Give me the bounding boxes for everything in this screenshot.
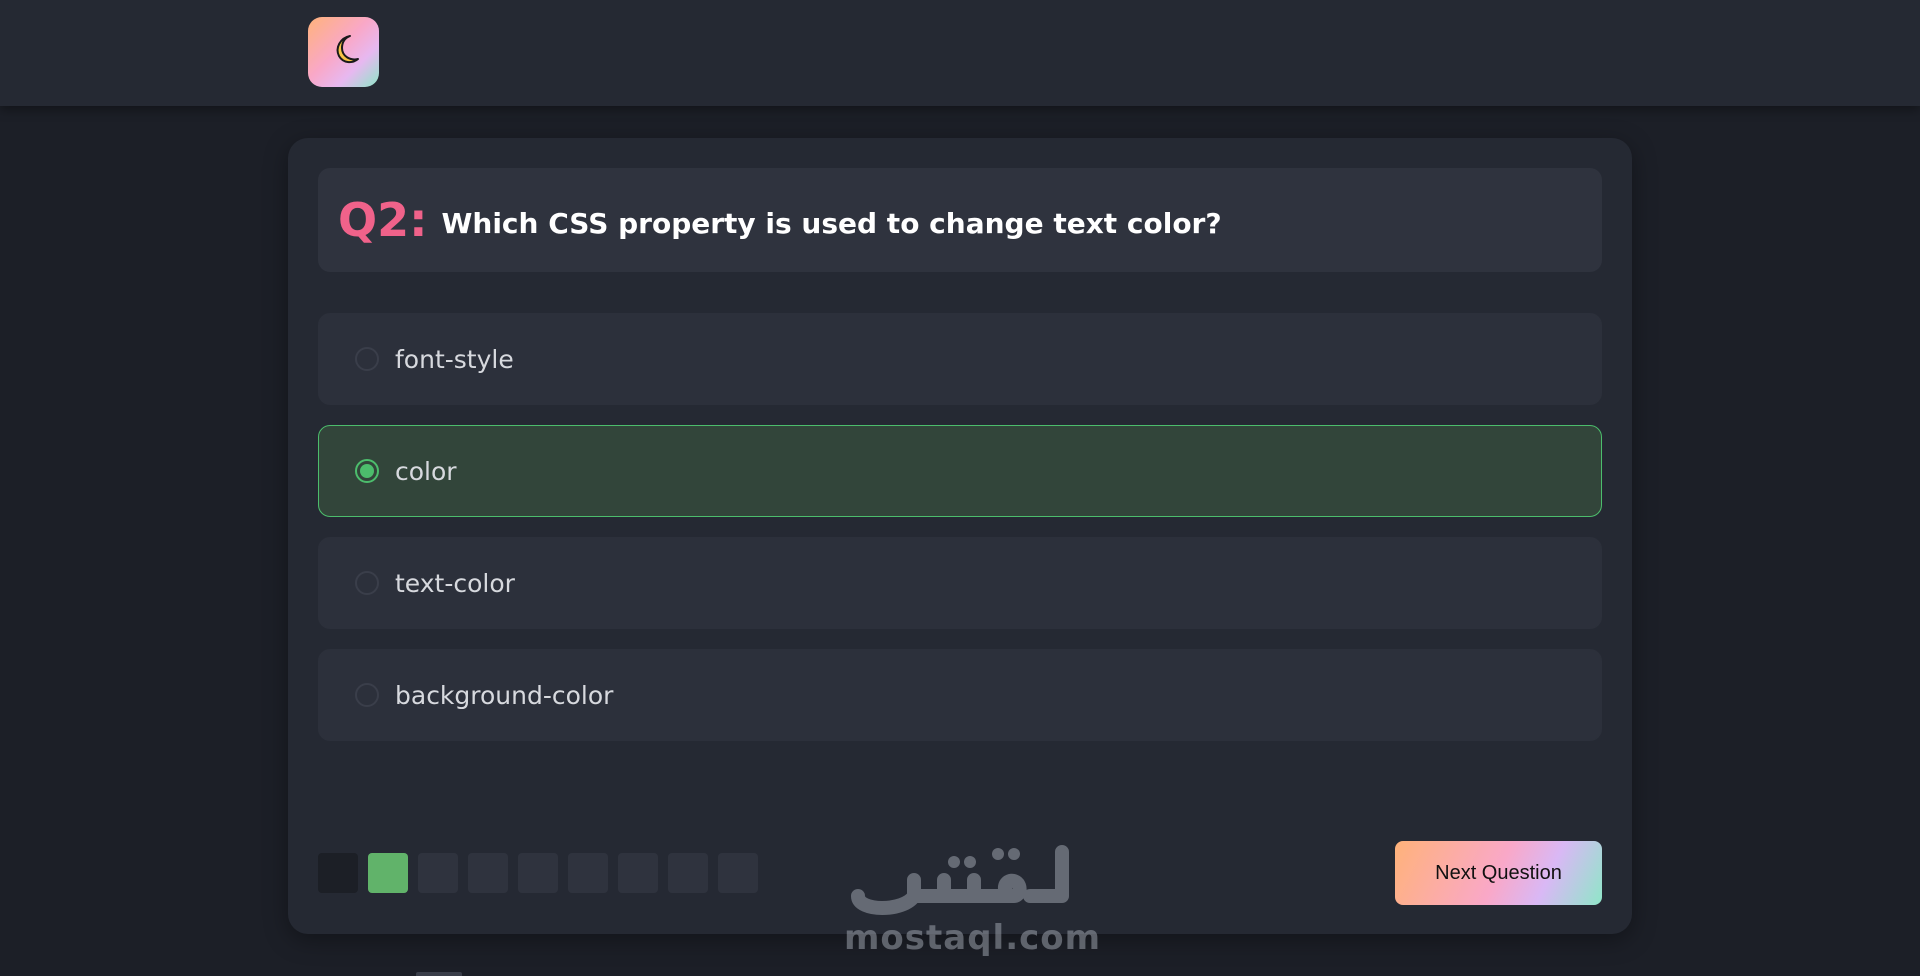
radio-dot	[360, 464, 374, 478]
answer-option-color[interactable]: color	[318, 425, 1602, 517]
option-label: background-color	[395, 680, 614, 710]
progress-box-7[interactable]	[618, 853, 658, 893]
question-number: Q2:	[338, 193, 428, 247]
option-label: text-color	[395, 568, 515, 598]
radio-button[interactable]	[355, 571, 379, 595]
app-logo[interactable]	[308, 17, 379, 87]
answer-option-font-style[interactable]: font-style	[318, 313, 1602, 405]
question-progress	[318, 853, 758, 893]
quiz-card: Q2: Which CSS property is used to change…	[288, 138, 1632, 934]
progress-box-1[interactable]	[318, 853, 358, 893]
progress-box-6[interactable]	[568, 853, 608, 893]
radio-button-checked[interactable]	[355, 459, 379, 483]
progress-box-4[interactable]	[468, 853, 508, 893]
radio-button[interactable]	[355, 347, 379, 371]
option-label: font-style	[395, 344, 514, 374]
radio-button[interactable]	[355, 683, 379, 707]
crescent-moon-icon	[324, 30, 364, 74]
progress-box-5[interactable]	[518, 853, 558, 893]
progress-box-8[interactable]	[668, 853, 708, 893]
option-label: color	[395, 456, 457, 486]
question-header: Q2: Which CSS property is used to change…	[318, 168, 1602, 272]
page-edge-indicator	[416, 972, 462, 976]
answer-option-background-color[interactable]: background-color	[318, 649, 1602, 741]
top-bar	[0, 0, 1920, 106]
progress-box-9[interactable]	[718, 853, 758, 893]
next-question-button[interactable]: Next Question	[1395, 841, 1602, 905]
answer-option-text-color[interactable]: text-color	[318, 537, 1602, 629]
progress-box-3[interactable]	[418, 853, 458, 893]
question-text: Which CSS property is used to change tex…	[441, 206, 1222, 240]
progress-box-2[interactable]	[368, 853, 408, 893]
